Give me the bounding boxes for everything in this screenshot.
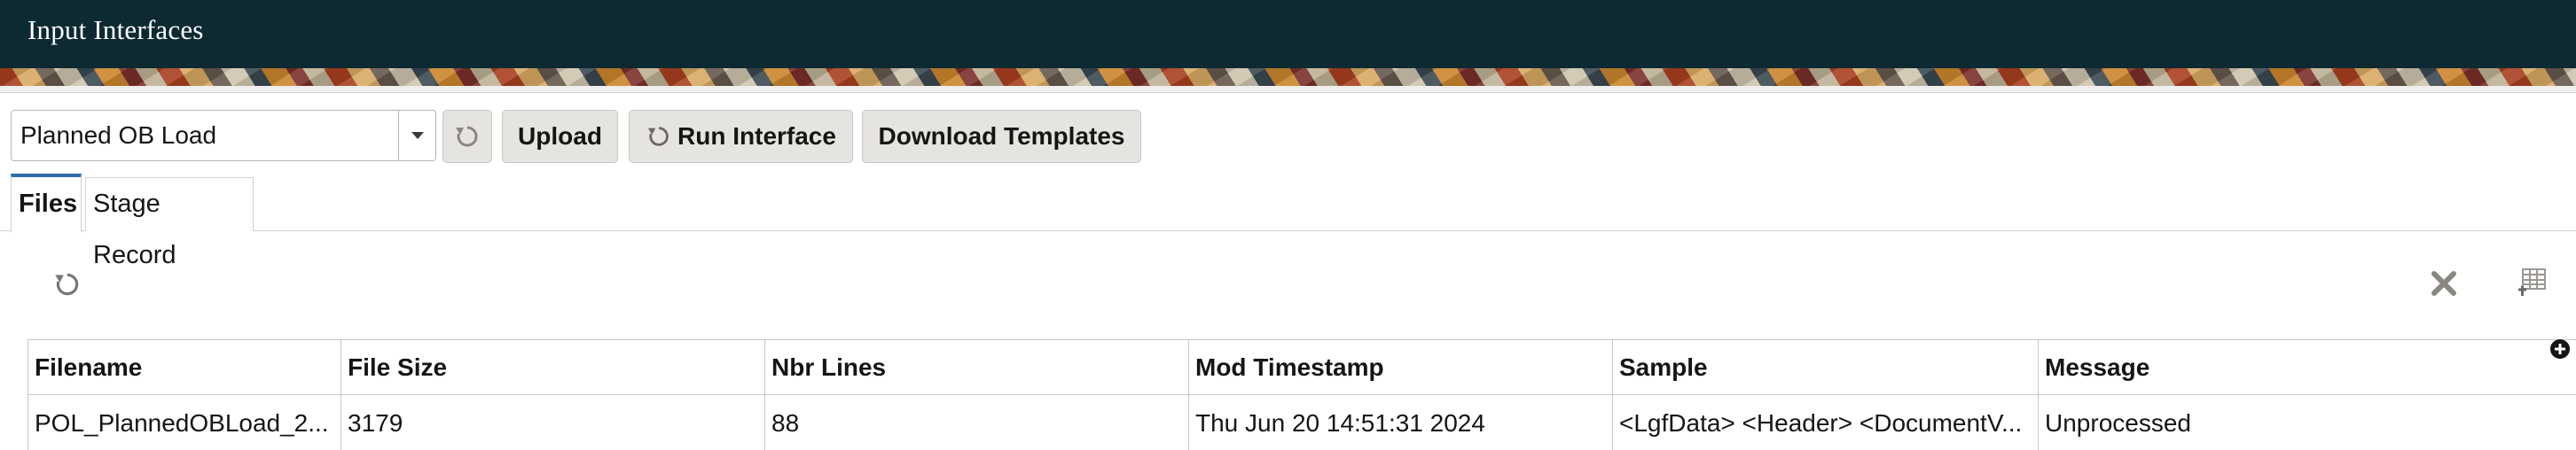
column-header-sample[interactable]: Sample bbox=[1613, 340, 2039, 394]
cell-sample: <LgfData> <Header> <DocumentV... bbox=[1613, 395, 2039, 450]
column-header-message[interactable]: Message bbox=[2039, 340, 2576, 394]
column-header-filename[interactable]: Filename bbox=[28, 340, 341, 394]
tab-bar-divider bbox=[0, 230, 2576, 231]
table-row[interactable]: POL_PlannedOBLoad_2... 3179 88 Thu Jun 2… bbox=[28, 395, 2576, 450]
interface-select-value: Planned OB Load bbox=[20, 121, 217, 149]
refresh-icon bbox=[52, 269, 82, 304]
column-settings-icon bbox=[2516, 267, 2548, 303]
column-header-file-size[interactable]: File Size bbox=[341, 340, 765, 394]
cell-nbr-lines: 88 bbox=[765, 395, 1189, 450]
tab-files[interactable]: Files bbox=[11, 174, 82, 232]
clear-button[interactable] bbox=[2426, 268, 2462, 303]
run-interface-button[interactable]: Run Interface bbox=[629, 110, 853, 163]
cell-file-size: 3179 bbox=[341, 395, 765, 450]
close-icon bbox=[2430, 269, 2458, 302]
tab-bar: Files Stage Record bbox=[0, 168, 2576, 269]
download-templates-button[interactable]: Download Templates bbox=[862, 110, 1141, 163]
column-header-mod-timestamp[interactable]: Mod Timestamp bbox=[1189, 340, 1613, 394]
refresh-icon bbox=[646, 123, 672, 150]
column-header-nbr-lines[interactable]: Nbr Lines bbox=[765, 340, 1189, 394]
download-templates-button-label: Download Templates bbox=[878, 122, 1125, 150]
refresh-button[interactable] bbox=[442, 110, 492, 163]
column-settings-button[interactable] bbox=[2513, 266, 2550, 303]
upload-button-label: Upload bbox=[518, 122, 602, 150]
header-banner-shade bbox=[0, 68, 2576, 86]
caret-down-icon[interactable] bbox=[398, 111, 435, 160]
run-interface-button-label: Run Interface bbox=[677, 122, 836, 150]
grid-refresh-button[interactable] bbox=[50, 269, 85, 303]
cell-filename: POL_PlannedOBLoad_2... bbox=[28, 395, 341, 450]
app-header: Input Interfaces bbox=[0, 0, 2576, 86]
upload-button[interactable]: Upload bbox=[502, 110, 618, 163]
tab-files-label: Files bbox=[19, 190, 78, 218]
refresh-icon bbox=[453, 122, 482, 151]
plus-circle-icon bbox=[2549, 338, 2571, 364]
files-table: Filename File Size Nbr Lines Mod Timesta… bbox=[27, 339, 2576, 450]
tab-stage-record[interactable]: Stage Record bbox=[85, 177, 254, 269]
add-column-button[interactable] bbox=[2549, 338, 2572, 364]
cell-message: Unprocessed bbox=[2045, 408, 2191, 437]
tab-stage-record-label: Stage Record bbox=[93, 190, 176, 269]
interface-select[interactable]: Planned OB Load bbox=[11, 110, 436, 161]
page-title: Input Interfaces bbox=[27, 14, 204, 45]
cell-mod-timestamp: Thu Jun 20 14:51:31 2024 bbox=[1189, 395, 1613, 450]
table-header-row: Filename File Size Nbr Lines Mod Timesta… bbox=[28, 340, 2576, 395]
header-divider bbox=[0, 86, 2576, 93]
